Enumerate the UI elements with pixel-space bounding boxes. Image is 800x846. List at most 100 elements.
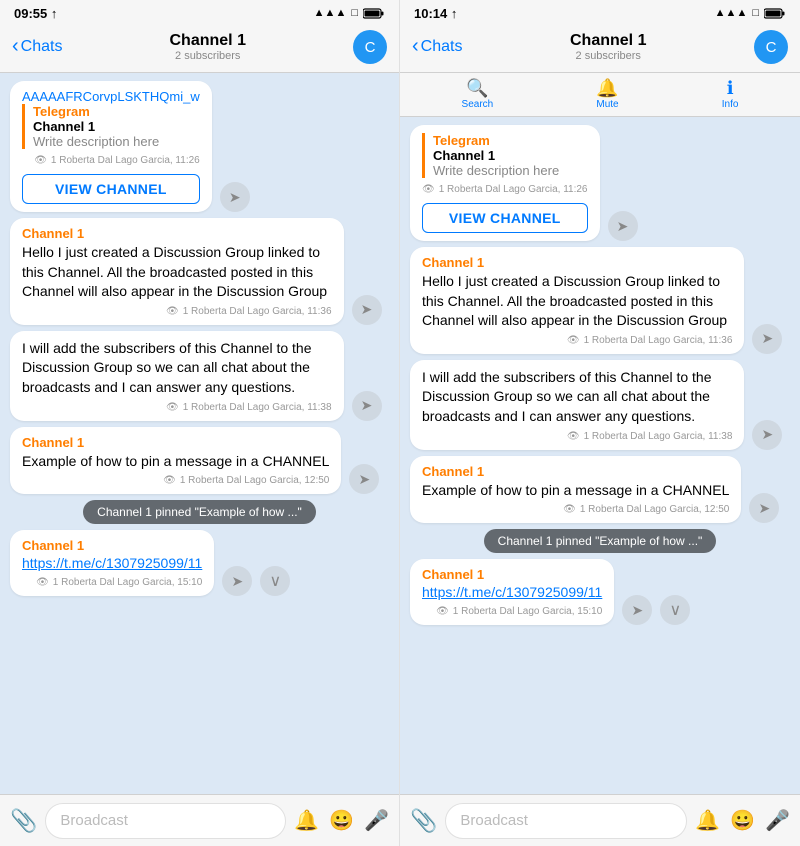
attach-icon[interactable]: 📎 <box>410 808 437 834</box>
bell-icon[interactable]: 🔔 <box>695 808 720 833</box>
eye-icon: 👁 <box>567 335 580 346</box>
search-icon: 🔍 <box>466 79 488 97</box>
input-placeholder: Broadcast <box>60 812 128 829</box>
message-text: I will add the subscribers of this Chann… <box>22 339 332 398</box>
status-icons: ▲▲▲ □ <box>715 7 786 19</box>
mic-icon[interactable]: 🎤 <box>364 808 389 833</box>
channel-name: Channel 1 <box>22 538 202 553</box>
message-row: AAAAAFRCorvpLSKTHQmi_w Telegram Channel … <box>10 81 389 212</box>
nav-bar: ‹ Chats Channel 1 2 subscribers C <box>0 24 399 73</box>
back-button[interactable]: ‹ Chats <box>412 38 462 56</box>
message-link[interactable]: https://t.me/c/1307925099/11 <box>22 555 202 571</box>
message-row: Channel 1 https://t.me/c/1307925099/11 👁… <box>10 530 389 596</box>
share-button[interactable]: ➤ <box>349 464 379 494</box>
channel-name: Channel 1 <box>422 567 602 582</box>
avatar[interactable]: C <box>754 30 788 64</box>
avatar[interactable]: C <box>353 30 387 64</box>
action-mute[interactable]: 🔔 Mute <box>596 79 618 110</box>
status-bar: 10:14 ↑ ▲▲▲ □ <box>400 0 800 24</box>
pinned-text: Channel 1 pinned "Example of how ..." <box>97 505 302 519</box>
message-row: Channel 1 Example of how to pin a messag… <box>410 456 790 524</box>
share-button[interactable]: ➤ <box>752 420 782 450</box>
nav-subtitle: 2 subscribers <box>570 50 646 62</box>
share-icon: ➤ <box>617 218 629 235</box>
meta-text: 1 Roberta Dal Lago Garcia, 15:10 <box>53 577 203 588</box>
message-row: I will add the subscribers of this Chann… <box>10 331 389 421</box>
back-button[interactable]: ‹ Chats <box>12 38 62 56</box>
chevron-down-icon: ∨ <box>269 571 281 591</box>
channel-info-inner: Telegram Channel 1 Write description her… <box>422 133 588 178</box>
share-button[interactable]: ➤ <box>752 324 782 354</box>
nav-center: Channel 1 2 subscribers <box>570 32 646 62</box>
share-button[interactable]: ➤ <box>352 391 382 421</box>
message-meta: 👁 1 Roberta Dal Lago Garcia, 12:50 <box>22 475 329 486</box>
message-text: Hello I just created a Discussion Group … <box>22 243 332 302</box>
broadcast-input[interactable]: Broadcast <box>445 803 687 839</box>
back-label: Chats <box>21 38 63 56</box>
plain-message-bubble: I will add the subscribers of this Chann… <box>410 360 744 450</box>
eye-icon: 👁 <box>163 475 176 486</box>
channel-name: Channel 1 <box>422 464 729 479</box>
pinned-notification: Channel 1 pinned "Example of how ..." <box>83 500 316 524</box>
message-meta: 👁 1 Roberta Dal Lago Garcia, 11:26 <box>422 184 588 195</box>
meta-text: 1 Roberta Dal Lago Garcia, 11:26 <box>439 184 588 195</box>
channel-info-bubble: Telegram Channel 1 Write description her… <box>410 125 600 241</box>
nav-subtitle: 2 subscribers <box>170 50 246 62</box>
meta-text: 1 Roberta Dal Lago Garcia, 11:26 <box>51 155 200 166</box>
eye-icon: 👁 <box>567 431 580 442</box>
message-meta: 👁 1 Roberta Dal Lago Garcia, 11:38 <box>22 402 332 413</box>
battery-icon <box>363 8 385 19</box>
channel-name: Channel 1 <box>22 435 329 450</box>
meta-text: 1 Roberta Dal Lago Garcia, 15:10 <box>453 606 603 617</box>
emoji-icon[interactable]: 😀 <box>730 808 755 833</box>
status-icons: ▲▲▲ □ <box>314 7 385 19</box>
message-text: Example of how to pin a message in a CHA… <box>422 481 729 501</box>
message-row: Telegram Channel 1 Write description her… <box>410 125 790 241</box>
message-link[interactable]: https://t.me/c/1307925099/11 <box>422 584 602 600</box>
action-info[interactable]: ℹ Info <box>722 79 739 110</box>
bell-icon[interactable]: 🔔 <box>294 808 319 833</box>
attach-icon[interactable]: 📎 <box>10 808 37 834</box>
share-button[interactable]: ➤ <box>749 493 779 523</box>
meta-text: 1 Roberta Dal Lago Garcia, 11:36 <box>584 335 733 346</box>
share-button[interactable]: ➤ <box>622 595 652 625</box>
channel-name: Channel 1 <box>22 226 332 241</box>
channel-link-overflow[interactable]: AAAAAFRCorvpLSKTHQmi_w <box>22 89 200 104</box>
share-button[interactable]: ➤ <box>222 566 252 596</box>
status-time: 10:14 ↑ <box>414 6 457 21</box>
screens-container: 09:55 ↑ ▲▲▲ □ ‹ Chats Channel 1 2 subscr… <box>0 0 800 846</box>
mute-label: Mute <box>596 99 618 110</box>
eye-icon: 👁 <box>166 402 179 413</box>
channel-info-bubble: AAAAAFRCorvpLSKTHQmi_w Telegram Channel … <box>10 81 212 212</box>
nav-center: Channel 1 2 subscribers <box>170 32 246 62</box>
broadcast-input[interactable]: Broadcast <box>45 803 286 839</box>
message-row: Channel 1 Hello I just created a Discuss… <box>10 218 389 325</box>
view-channel-button[interactable]: VIEW CHANNEL <box>22 174 200 204</box>
action-search[interactable]: 🔍 Search <box>462 79 494 110</box>
emoji-icon[interactable]: 😀 <box>329 808 354 833</box>
view-channel-button[interactable]: VIEW CHANNEL <box>422 203 588 233</box>
messages-area: AAAAAFRCorvpLSKTHQmi_w Telegram Channel … <box>0 73 399 794</box>
back-arrow-icon: ‹ <box>412 36 419 56</box>
brand-label: Telegram <box>433 133 588 148</box>
pinned-notification: Channel 1 pinned "Example of how ..." <box>484 529 717 553</box>
share-icon: ➤ <box>361 397 373 414</box>
share-button[interactable]: ➤ <box>220 182 250 212</box>
scroll-down-button[interactable]: ∨ <box>660 595 690 625</box>
battery-icon <box>764 8 786 19</box>
mute-icon: 🔔 <box>596 79 618 97</box>
share-icon: ➤ <box>762 330 774 347</box>
scroll-down-button[interactable]: ∨ <box>260 566 290 596</box>
mic-icon[interactable]: 🎤 <box>765 808 790 833</box>
message-meta: 👁 1 Roberta Dal Lago Garcia, 11:38 <box>422 431 732 442</box>
meta-text: 1 Roberta Dal Lago Garcia, 11:38 <box>183 402 332 413</box>
share-button[interactable]: ➤ <box>352 295 382 325</box>
channel-link-bubble: Channel 1 https://t.me/c/1307925099/11 👁… <box>410 559 614 625</box>
channel-info-name: Channel 1 <box>433 148 588 163</box>
channel-info-inner: Telegram Channel 1 Write description her… <box>22 104 200 149</box>
meta-text: 1 Roberta Dal Lago Garcia, 12:50 <box>580 504 730 515</box>
share-button[interactable]: ➤ <box>608 211 638 241</box>
signal-icon: ▲▲▲ <box>715 7 748 19</box>
message-text: Example of how to pin a message in a CHA… <box>22 452 329 472</box>
share-icon: ➤ <box>631 602 643 619</box>
